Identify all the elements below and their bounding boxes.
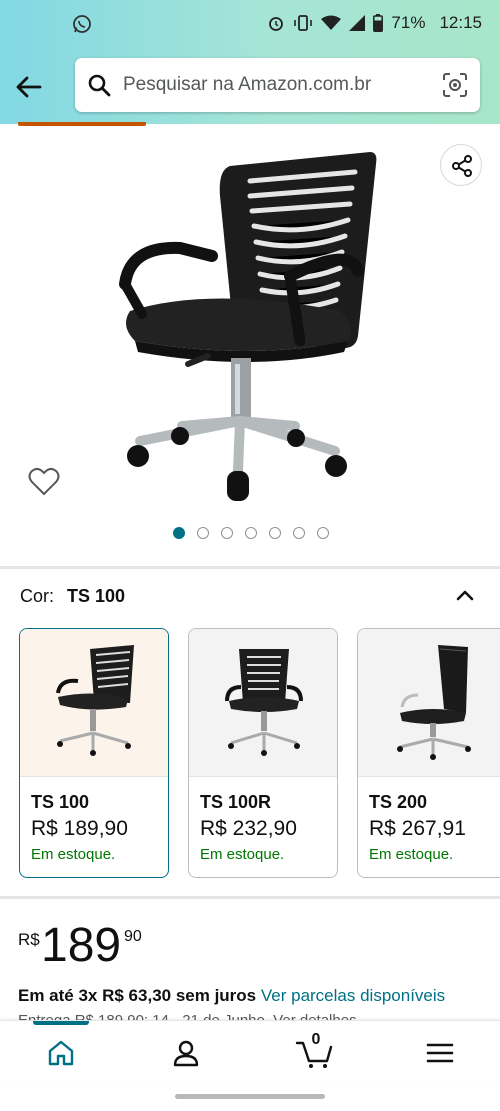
variation-selected: TS 100 [67, 586, 126, 606]
battery-percent: 71% [391, 13, 426, 32]
gallery-dot[interactable] [317, 527, 329, 539]
alarm-icon [269, 17, 284, 31]
vibrate-icon [294, 15, 313, 31]
account-icon[interactable] [170, 1037, 202, 1069]
chair-thumbnail [397, 645, 471, 760]
gallery-dot[interactable] [245, 527, 257, 539]
price-currency: R$ [18, 930, 40, 949]
product-image-gallery[interactable] [0, 126, 500, 566]
gallery-dot[interactable] [197, 527, 209, 539]
section-divider [0, 896, 500, 899]
gallery-dot[interactable] [173, 527, 185, 539]
menu-icon[interactable] [424, 1037, 456, 1069]
cart-count: 0 [311, 1031, 321, 1048]
variation-price: R$ 189,90 [31, 817, 128, 840]
gallery-pagination[interactable] [173, 527, 329, 539]
variation-price: R$ 267,91 [369, 817, 466, 840]
variation-image [358, 629, 500, 777]
whatsapp-icon [73, 15, 91, 33]
variation-image [189, 629, 337, 777]
chair-thumbnail [225, 649, 303, 756]
clock: 12:15 [439, 13, 482, 32]
wifi-icon [321, 15, 342, 30]
home-icon[interactable] [45, 1037, 77, 1069]
search-input[interactable]: Pesquisar na Amazon.com.br [123, 74, 371, 96]
variation-label-row: Cor: TS 100 [20, 586, 125, 607]
variation-name: TS 200 [369, 792, 428, 812]
back-arrow-icon[interactable] [14, 72, 44, 102]
variation-stock: Em estoque. [369, 846, 454, 863]
variation-options: TS 100 R$ 189,90 Em estoque. TS 100R R$ … [19, 628, 500, 880]
variation-stock: Em estoque. [31, 846, 116, 863]
status-bar: 71% 12:15 [0, 0, 500, 50]
variation-card-ts100r[interactable]: TS 100R R$ 232,90 Em estoque. [188, 628, 338, 878]
section-divider [0, 566, 500, 569]
gesture-bar[interactable] [175, 1094, 325, 1099]
variation-name: TS 100R [200, 792, 272, 812]
active-tab-indicator [33, 1021, 89, 1025]
installments-text: Em até 3x R$ 63,30 sem juros [18, 986, 257, 1005]
product-image[interactable] [100, 136, 400, 506]
share-button[interactable] [440, 144, 482, 186]
search-bar[interactable]: Pesquisar na Amazon.com.br [75, 58, 480, 112]
share-icon [452, 155, 472, 177]
camera-search-icon[interactable] [442, 72, 468, 98]
variation-price: R$ 232,90 [200, 817, 297, 840]
gallery-dot[interactable] [293, 527, 305, 539]
product-page: 71% 12:15 Pesquisar na Amazon.com.br Cor… [0, 0, 500, 1111]
variation-card-ts100[interactable]: TS 100 R$ 189,90 Em estoque. [19, 628, 169, 878]
cart-button[interactable]: 0 [295, 1031, 333, 1069]
delivery-line-peek: Entrega R$ 189,90: 14 - 21 de Junho. Ver… [18, 1012, 357, 1020]
signal-icon [349, 15, 366, 31]
price-integer: 189 [41, 919, 122, 972]
variation-image [20, 629, 168, 777]
search-icon [88, 74, 111, 97]
bottom-nav: 0 [0, 1020, 500, 1082]
gallery-dot[interactable] [221, 527, 233, 539]
battery-icon [373, 14, 384, 32]
wishlist-heart-icon[interactable] [28, 466, 60, 498]
variation-label: Cor: [20, 586, 55, 606]
installments-link[interactable]: Ver parcelas disponíveis [261, 986, 445, 1005]
variation-name: TS 100 [31, 792, 90, 812]
gallery-dot[interactable] [269, 527, 281, 539]
price-decimal: 90 [124, 928, 142, 945]
installments-row: Em até 3x R$ 63,30 sem juros Ver parcela… [18, 986, 445, 1006]
chevron-up-icon[interactable] [454, 584, 476, 606]
variation-card-ts200[interactable]: TS 200 R$ 267,91 Em estoque. [357, 628, 500, 878]
app-header: 71% 12:15 Pesquisar na Amazon.com.br [0, 0, 500, 124]
chair-thumbnail [56, 645, 134, 756]
variation-stock: Em estoque. [200, 846, 285, 863]
